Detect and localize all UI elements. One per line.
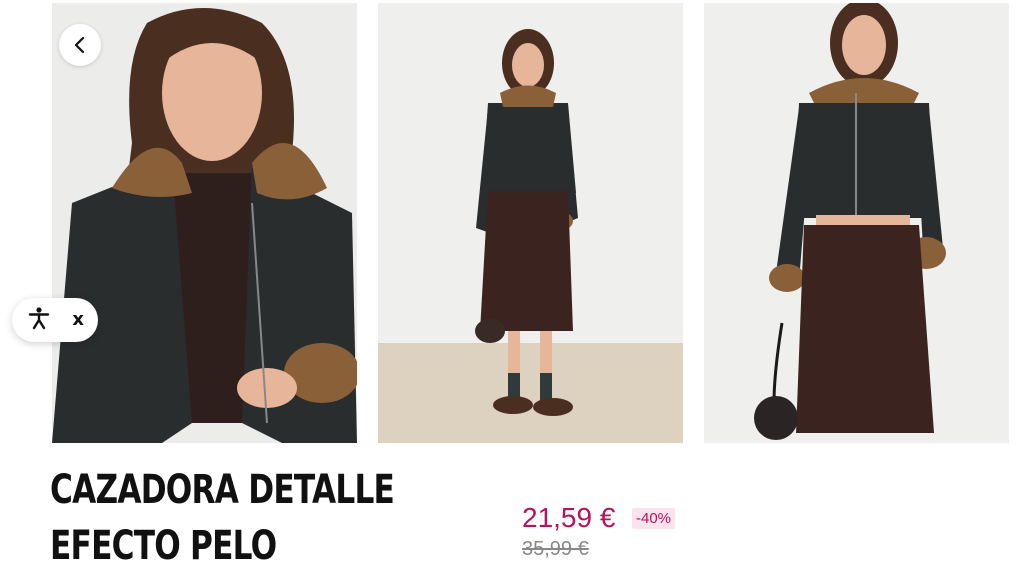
product-title-line-2: EFECTO PELO (50, 523, 277, 569)
back-button[interactable] (59, 24, 101, 66)
product-gallery (52, 3, 1009, 443)
product-photo-three-quarter[interactable] (704, 3, 1009, 443)
original-price: 35,99 € (522, 538, 589, 560)
chevron-left-icon (74, 36, 85, 54)
discount-badge: -40% (632, 508, 676, 529)
product-title: CAZADORA DETALLE EFECTO PELO (50, 462, 395, 574)
accessibility-icon (28, 306, 50, 329)
accessibility-widget: x (12, 298, 98, 342)
product-photo-closeup[interactable] (52, 3, 357, 443)
current-price: 21,59 € (522, 502, 616, 533)
product-photo-fullbody[interactable] (378, 3, 683, 443)
accessibility-button[interactable] (28, 306, 50, 335)
accessibility-close-button[interactable]: x (72, 311, 84, 329)
product-title-line-1: CAZADORA DETALLE (50, 467, 395, 513)
